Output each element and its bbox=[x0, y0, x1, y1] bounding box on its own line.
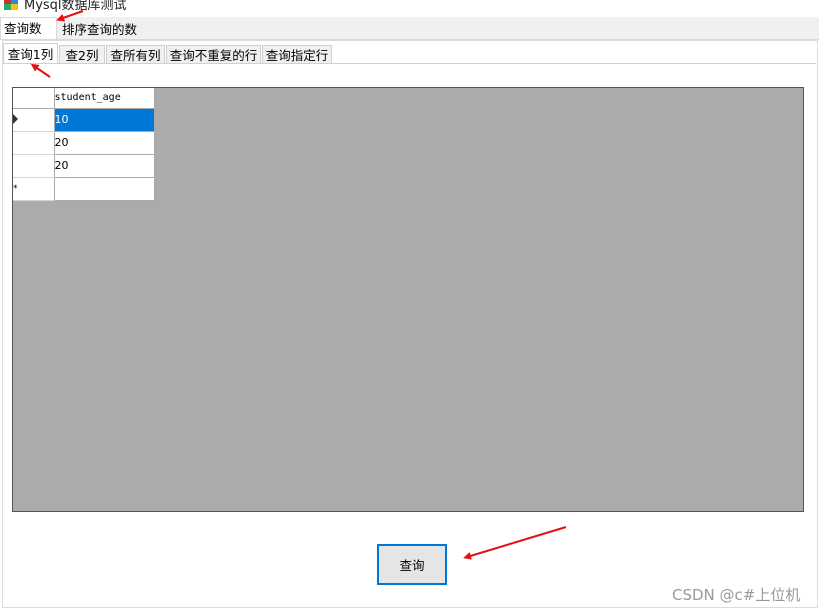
new-row-asterisk-icon: * bbox=[13, 183, 18, 194]
table-row[interactable]: 10 bbox=[13, 108, 155, 132]
watermark: CSDN @c#上位机 bbox=[672, 586, 801, 604]
grid-cell[interactable]: 20 bbox=[54, 131, 155, 155]
tab-query-two-columns[interactable]: 查2列 bbox=[59, 45, 105, 64]
tab-query-distinct-rows[interactable]: 查询不重复的行 bbox=[166, 45, 261, 64]
tab-query-specific-rows[interactable]: 查询指定行 bbox=[262, 45, 332, 64]
tab-query-data[interactable]: 查询数据 bbox=[0, 17, 57, 58]
row-header[interactable] bbox=[13, 108, 55, 132]
new-row-header[interactable]: * bbox=[13, 177, 55, 201]
app-window: Mysql数据库测试 查询数据 排序查询的数据 查询1列 查2列 查所有列 查询… bbox=[0, 0, 819, 612]
grid-cell[interactable]: 20 bbox=[54, 154, 155, 178]
grid-cell-new[interactable] bbox=[54, 177, 155, 201]
data-grid[interactable]: student_age 10 20 20 * bbox=[12, 87, 804, 512]
app-icon bbox=[4, 0, 18, 10]
window-title: Mysql数据库测试 bbox=[24, 0, 127, 13]
tab-sorted-query-data[interactable]: 排序查询的数据 bbox=[58, 20, 150, 57]
table-row[interactable]: 20 bbox=[13, 131, 155, 155]
table-row[interactable]: 20 bbox=[13, 154, 155, 178]
row-header[interactable] bbox=[13, 154, 55, 178]
row-header[interactable] bbox=[13, 131, 55, 155]
grid-table: student_age 10 20 20 * bbox=[13, 88, 155, 201]
query-button[interactable]: 查询 bbox=[377, 544, 447, 585]
table-row-new[interactable]: * bbox=[13, 177, 155, 201]
current-row-arrow-icon bbox=[13, 114, 18, 125]
grid-corner-header[interactable] bbox=[13, 88, 55, 109]
tab-query-one-column[interactable]: 查询1列 bbox=[3, 43, 58, 64]
grid-cell[interactable]: 10 bbox=[54, 108, 155, 132]
tab-query-all-columns[interactable]: 查所有列 bbox=[106, 45, 165, 64]
tab-strip-divider bbox=[3, 63, 816, 64]
column-header-student-age[interactable]: student_age bbox=[54, 88, 155, 109]
title-bar: Mysql数据库测试 bbox=[0, 0, 819, 13]
outer-tab-strip: 查询数据 排序查询的数据 bbox=[0, 17, 819, 58]
